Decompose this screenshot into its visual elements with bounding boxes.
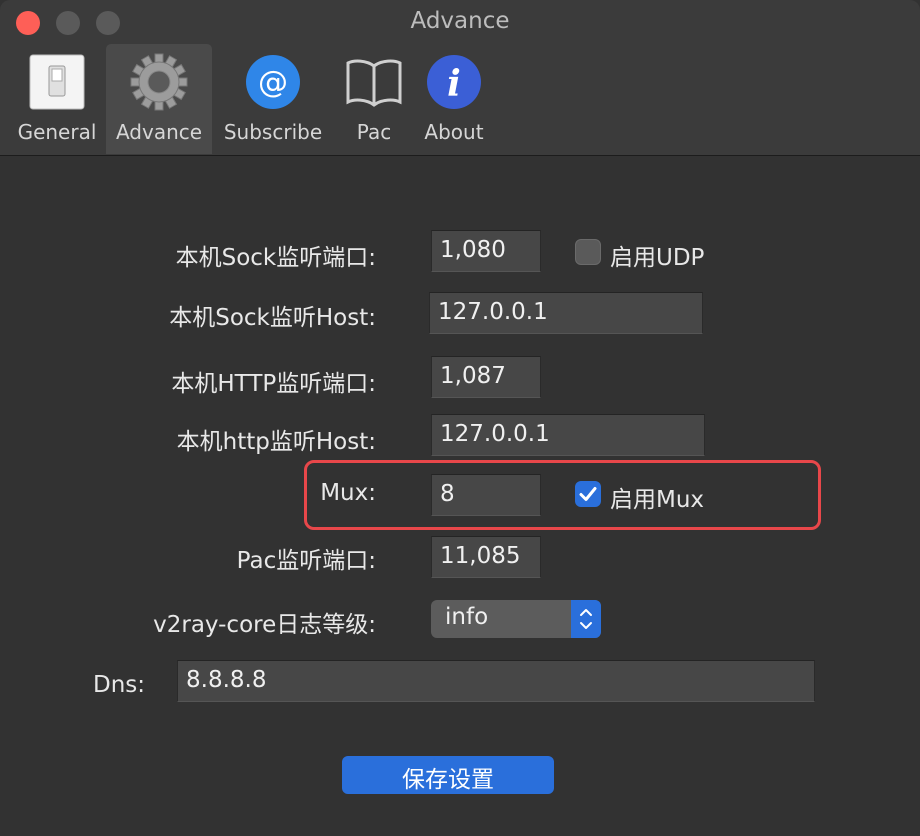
tab-about[interactable]: i About xyxy=(414,44,494,154)
checkmark-icon xyxy=(579,487,597,501)
gear-icon xyxy=(130,53,188,111)
udp-checkbox[interactable] xyxy=(575,239,601,265)
toolbar: Advance General Advance @ Subscribe Pac … xyxy=(0,0,920,156)
tab-subscribe-label: Subscribe xyxy=(223,120,323,144)
mux-enable-checkbox[interactable] xyxy=(575,481,601,507)
http-port-input[interactable]: 1,087 xyxy=(431,356,541,398)
http-port-label: 本机HTTP监听端口: xyxy=(171,371,376,397)
svg-text:i: i xyxy=(447,63,461,105)
tab-pac[interactable]: Pac xyxy=(334,44,414,154)
popup-stepper xyxy=(571,600,601,638)
dns-label: Dns: xyxy=(93,672,146,698)
chevron-up-down-icon xyxy=(580,609,592,629)
tab-general-label: General xyxy=(17,120,97,144)
mux-highlight-box xyxy=(304,460,821,530)
book-icon xyxy=(346,59,402,107)
dns-input[interactable]: 8.8.8.8 xyxy=(177,660,815,702)
mux-enable-label: 启用Mux xyxy=(610,487,705,513)
pac-port-input[interactable]: 11,085 xyxy=(431,536,541,578)
svg-text:@: @ xyxy=(258,65,288,100)
preferences-window: Advance General Advance @ Subscribe Pac … xyxy=(0,0,920,836)
tab-pac-label: Pac xyxy=(356,120,392,144)
save-settings-button[interactable]: 保存设置 xyxy=(342,756,554,794)
sock-port-label: 本机Sock监听端口: xyxy=(175,245,376,271)
pac-port-label: Pac监听端口: xyxy=(236,548,376,574)
udp-checkbox-label: 启用UDP xyxy=(610,245,705,271)
http-host-input[interactable]: 127.0.0.1 xyxy=(431,414,705,456)
mux-label: Mux: xyxy=(320,480,376,506)
tab-advance[interactable]: Advance xyxy=(106,44,212,154)
mux-input[interactable]: 8 xyxy=(431,474,541,516)
info-icon: i xyxy=(427,55,481,109)
http-host-label: 本机http监听Host: xyxy=(176,429,376,455)
tab-subscribe[interactable]: @ Subscribe xyxy=(218,44,328,154)
tab-about-label: About xyxy=(424,120,484,144)
sock-port-input[interactable]: 1,080 xyxy=(431,230,541,272)
sock-host-input[interactable]: 127.0.0.1 xyxy=(429,292,703,334)
tab-advance-label: Advance xyxy=(115,120,203,144)
log-level-value: info xyxy=(445,604,489,630)
tab-general[interactable]: General xyxy=(8,44,106,154)
sock-host-label: 本机Sock监听Host: xyxy=(169,305,376,331)
window-title: Advance xyxy=(410,8,510,34)
log-level-label: v2ray-core日志等级: xyxy=(153,612,376,638)
at-sign-icon: @ xyxy=(246,55,300,109)
toggle-switch-icon xyxy=(29,54,85,110)
log-level-select[interactable]: info xyxy=(431,600,601,638)
